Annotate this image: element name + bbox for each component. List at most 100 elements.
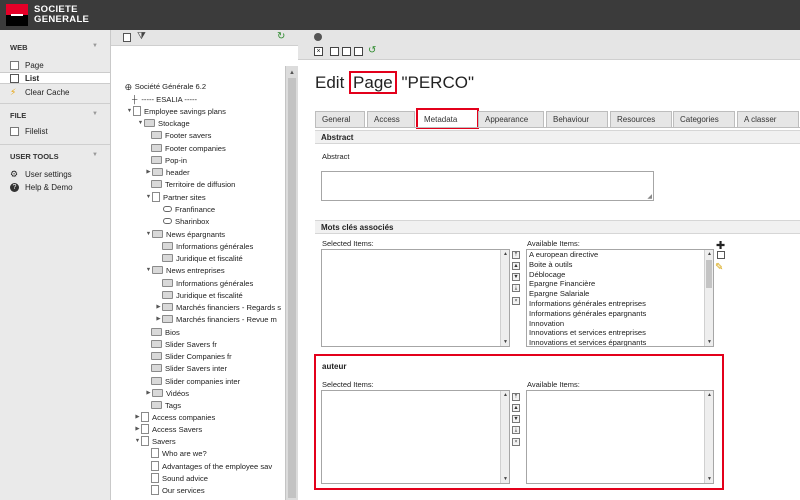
section-user-tools-title[interactable]: USER TOOLS: [10, 152, 59, 161]
tree-node[interactable]: Footer savers: [151, 129, 211, 141]
move-top-button[interactable]: ⤒: [512, 251, 520, 259]
tree-node[interactable]: ▶ Vidéos: [145, 387, 189, 399]
save-icon[interactable]: [330, 47, 339, 56]
collapse-arrow-icon[interactable]: ▼: [134, 438, 141, 444]
list-records-icon[interactable]: [717, 251, 725, 259]
list-item[interactable]: Innovations et services entreprises: [527, 328, 713, 338]
tree-node[interactable]: Territoire de diffusion: [151, 178, 235, 190]
author-selected-list[interactable]: ▲ ▼: [321, 390, 510, 484]
keywords-selected-list[interactable]: ▲ ▼: [321, 249, 510, 347]
tab-behaviour[interactable]: Behaviour: [546, 111, 608, 128]
save-close-icon[interactable]: [354, 47, 363, 56]
tree-node[interactable]: ▶ Marchés financiers - Revue m: [155, 313, 277, 325]
tree-node[interactable]: ▼ News épargnants: [145, 228, 225, 240]
tree-node[interactable]: Pop-in: [151, 154, 187, 166]
expand-arrow-icon[interactable]: ▶: [155, 304, 162, 310]
tree-node[interactable]: ▼ Stockage: [137, 117, 190, 129]
list-item[interactable]: Epargne Financière: [527, 279, 713, 289]
move-top-button[interactable]: ⤒: [512, 393, 520, 401]
collapse-arrow-icon[interactable]: ▼: [137, 120, 144, 126]
tab-general[interactable]: General: [315, 111, 365, 128]
move-bottom-button[interactable]: ⤓: [512, 426, 520, 434]
list-item[interactable]: Innovation: [527, 319, 713, 329]
tab-appearance[interactable]: Appearance: [478, 111, 544, 128]
list-item[interactable]: Déblocage: [527, 270, 713, 280]
tree-node[interactable]: Juridique et fiscalité: [162, 289, 243, 301]
expand-arrow-icon[interactable]: ▶: [134, 414, 141, 420]
module-page[interactable]: Page: [0, 59, 110, 71]
tree-node[interactable]: Juridique et fiscalité: [162, 252, 243, 264]
tree-node[interactable]: Slider companies inter: [151, 375, 240, 387]
tab-resources[interactable]: Resources: [610, 111, 672, 128]
edit-pencil-icon[interactable]: ✎: [715, 262, 723, 273]
list-item[interactable]: Informations générales entreprises: [527, 299, 713, 309]
tree-node[interactable]: ▼ Partner sites: [145, 191, 206, 203]
list-item[interactable]: Innovations et services épargnants: [527, 338, 713, 346]
list-item[interactable]: Boite à outils: [527, 260, 713, 270]
tree-node[interactable]: ▶ Marchés financiers - Regards s: [155, 301, 281, 313]
collapse-arrow-icon[interactable]: ▼: [126, 108, 133, 114]
tab-metadata[interactable]: Metadata: [416, 108, 479, 129]
module-help-demo[interactable]: ? Help & Demo: [0, 181, 110, 193]
author-selected-scrollbar[interactable]: ▲ ▼: [500, 391, 509, 483]
filter-icon[interactable]: ⧩: [137, 31, 146, 42]
remove-item-button[interactable]: ×: [512, 297, 520, 305]
module-list[interactable]: List: [0, 72, 110, 84]
expand-arrow-icon[interactable]: ▶: [134, 426, 141, 432]
tree-node[interactable]: ▶ Access Savers: [134, 423, 202, 435]
tree-node[interactable]: Sound advice: [151, 472, 208, 484]
undo-icon[interactable]: ↺: [368, 45, 376, 56]
scroll-up-arrow-icon[interactable]: ▲: [289, 70, 295, 76]
tree-node[interactable]: ▼ Employee savings plans: [126, 105, 226, 117]
keywords-selected-scrollbar[interactable]: ▲ ▼: [500, 250, 509, 346]
tree-scrollbar[interactable]: ▲: [285, 66, 298, 500]
user-avatar-icon[interactable]: [314, 33, 322, 41]
keywords-available-list[interactable]: A european directive Boite à outils Débl…: [526, 249, 714, 347]
collapse-arrow-icon[interactable]: ▼: [145, 267, 152, 273]
tab-access[interactable]: Access: [367, 111, 415, 128]
remove-item-button[interactable]: ×: [512, 438, 520, 446]
module-user-settings[interactable]: ⚙ User settings: [0, 168, 110, 180]
chevron-down-icon[interactable]: ▼: [92, 43, 98, 49]
save-view-icon[interactable]: [342, 47, 351, 56]
list-item[interactable]: Epargne Salariale: [527, 289, 713, 299]
author-available-scrollbar[interactable]: ▲ ▼: [704, 391, 713, 483]
tree-node[interactable]: Tags: [151, 399, 181, 411]
tree-node[interactable]: Sharinbox: [163, 215, 209, 227]
tree-root[interactable]: 🜨 Société Générale 6.2: [125, 80, 206, 92]
tree-node[interactable]: ▼ Savers: [134, 435, 176, 447]
tree-node[interactable]: Our services: [151, 484, 205, 496]
close-icon[interactable]: ×: [314, 47, 323, 56]
tree-node[interactable]: Slider Companies fr: [151, 350, 232, 362]
refresh-icon[interactable]: ↻: [277, 31, 285, 42]
author-available-list[interactable]: ▲ ▼: [526, 390, 714, 484]
move-bottom-button[interactable]: ⤓: [512, 284, 520, 292]
tree-node[interactable]: Footer companies: [151, 142, 226, 154]
list-item[interactable]: Informations générales epargnants: [527, 309, 713, 319]
collapse-arrow-icon[interactable]: ▼: [145, 194, 152, 200]
tree-node[interactable]: Slider Savers inter: [151, 362, 227, 374]
section-web-title[interactable]: WEB: [10, 43, 28, 52]
move-down-button[interactable]: ▼: [512, 273, 520, 281]
tree-node[interactable]: Slider Savers fr: [151, 338, 217, 350]
tab-a-classer[interactable]: A classer: [737, 111, 799, 128]
module-filelist[interactable]: Filelist: [0, 125, 110, 137]
tree-node[interactable]: Informations générales: [162, 240, 253, 252]
chevron-down-icon[interactable]: ▼: [92, 111, 98, 117]
tree-node[interactable]: Franfinance: [163, 203, 215, 215]
expand-arrow-icon[interactable]: ▶: [145, 390, 152, 396]
tree-scroll-thumb[interactable]: [288, 78, 296, 498]
move-up-button[interactable]: ▲: [512, 262, 520, 270]
section-file-title[interactable]: FILE: [10, 111, 26, 120]
new-page-icon[interactable]: [123, 33, 131, 42]
tree-node[interactable]: ▶ header: [145, 166, 189, 178]
list-item[interactable]: A european directive: [527, 250, 713, 260]
abstract-textarea[interactable]: ◢: [321, 171, 654, 201]
tree-node[interactable]: Bios: [151, 326, 180, 338]
keywords-available-scrollbar[interactable]: ▲ ▼: [704, 250, 713, 346]
move-up-button[interactable]: ▲: [512, 404, 520, 412]
move-down-button[interactable]: ▼: [512, 415, 520, 423]
tree-node[interactable]: Who are we?: [151, 447, 207, 459]
tree-node[interactable]: ┼ ----- ESALIA -----: [132, 93, 197, 105]
tree-node[interactable]: Advantages of the employee sav: [151, 460, 272, 472]
